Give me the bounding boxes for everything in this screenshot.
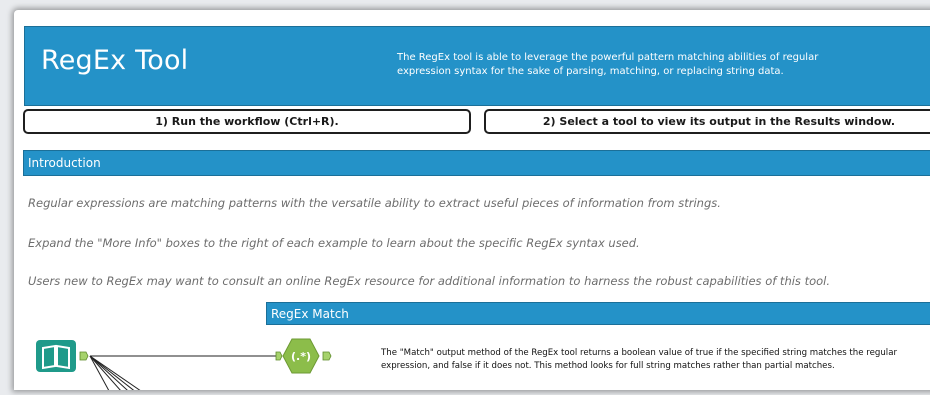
workflow-canvas[interactable]: RegEx Tool The RegEx tool is able to lev… bbox=[14, 10, 930, 390]
book-icon[interactable] bbox=[36, 340, 89, 372]
regex-glyph: (.*) bbox=[291, 350, 311, 363]
workflow-diagram: (.*) bbox=[36, 338, 332, 390]
regex-hexagon-icon[interactable]: (.*) bbox=[275, 338, 332, 374]
connection-lines bbox=[89, 355, 276, 390]
connection-line bbox=[89, 355, 135, 390]
connection-line bbox=[89, 355, 110, 390]
